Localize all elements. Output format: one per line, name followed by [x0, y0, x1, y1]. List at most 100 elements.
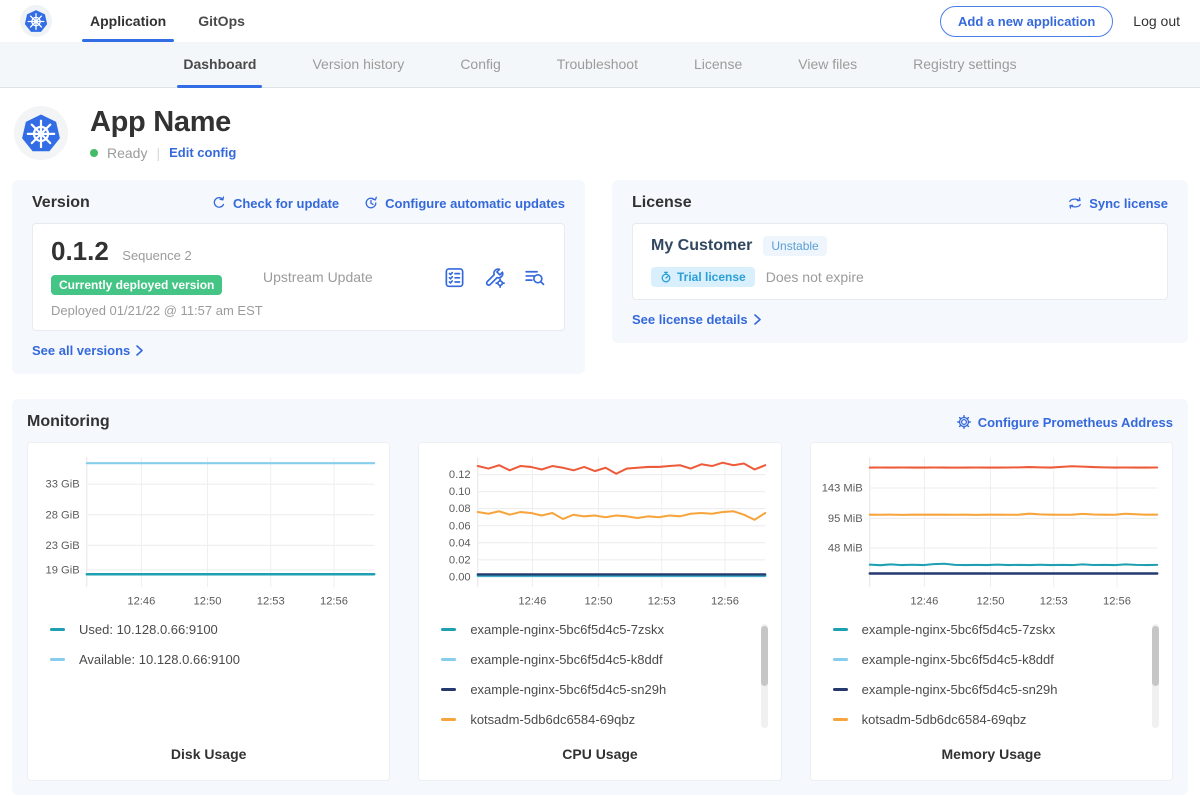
configure-automatic-updates-link[interactable]: Configure automatic updates [363, 195, 565, 211]
status-divider: | [156, 145, 160, 161]
legend-item: example-nginx-5bc6f5d4c5-k8ddf [441, 652, 770, 667]
svg-text:12:46: 12:46 [519, 595, 547, 607]
version-source-label: Upstream Update [263, 269, 373, 285]
svg-text:12:46: 12:46 [127, 595, 155, 607]
monitoring-section: Monitoring Configure Prometheus Address [12, 399, 1188, 795]
tab-gitops[interactable]: GitOps [182, 0, 261, 42]
legend-item: example-nginx-5bc6f5d4c5-k8ddf [833, 652, 1162, 667]
cpu-usage-legend: example-nginx-5bc6f5d4c5-7zskxexample-ng… [429, 622, 770, 742]
svg-text:12:50: 12:50 [194, 595, 222, 607]
cpu-usage-title: CPU Usage [429, 742, 770, 770]
configure-prometheus-link[interactable]: Configure Prometheus Address [956, 414, 1173, 430]
monitoring-title: Monitoring [27, 413, 110, 431]
refresh-icon [211, 195, 227, 211]
tab-config[interactable]: Config [432, 42, 528, 87]
svg-text:0.02: 0.02 [449, 554, 471, 566]
svg-text:143 MiB: 143 MiB [821, 483, 862, 495]
gear-icon [956, 414, 972, 430]
view-logs-icon[interactable] [523, 266, 546, 289]
legend-scrollbar-track [1152, 624, 1159, 728]
memory-usage-chart-card: 143 MiB95 MiB48 MiB12:4612:5012:5312:56 … [810, 442, 1173, 781]
top-nav-tabs: Application GitOps [74, 0, 261, 42]
legend-item: example-nginx-5bc6f5d4c5-sn29h [441, 682, 770, 697]
svg-text:12:53: 12:53 [648, 595, 676, 607]
tab-license[interactable]: License [666, 42, 770, 87]
current-version-box: 0.1.2 Sequence 2 Currently deployed vers… [32, 223, 565, 331]
top-nav: Application GitOps Add a new application… [0, 0, 1200, 42]
legend-label: Available: 10.128.0.66:9100 [79, 652, 240, 667]
svg-text:12:56: 12:56 [320, 595, 348, 607]
sync-arrows-icon [1067, 195, 1083, 211]
legend-label: kotsadm-5db6dc6584-69qbz [862, 712, 1027, 727]
cpu-usage-plot: 0.120.100.080.060.040.020.0012:4612:5012… [429, 451, 770, 612]
sync-license-link[interactable]: Sync license [1067, 195, 1168, 211]
legend-scrollbar-track [761, 624, 768, 728]
svg-text:0.08: 0.08 [449, 503, 471, 515]
legend-label: example-nginx-5bc6f5d4c5-7zskx [862, 622, 1056, 637]
deployed-status-badge: Currently deployed version [51, 275, 222, 295]
license-card: License Sync license My Custo [612, 180, 1188, 343]
svg-text:12:53: 12:53 [1039, 595, 1067, 607]
edit-config-link[interactable]: Edit config [169, 145, 236, 160]
legend-swatch [50, 628, 65, 631]
memory-usage-legend: example-nginx-5bc6f5d4c5-7zskx example-ng… [821, 622, 1162, 742]
kubernetes-app-icon [19, 111, 63, 155]
app-header: App Name Ready | Edit config [0, 88, 1200, 178]
tab-dashboard[interactable]: Dashboard [155, 42, 284, 87]
series-line-example-nginx-5bc6f5d4c5-7zskx [869, 564, 1156, 565]
memory-chart-canvas: 143 MiB95 MiB48 MiB12:4612:5012:5312:56 [821, 451, 1162, 612]
cpu-usage-chart-card: 0.120.100.080.060.040.020.0012:4612:5012… [418, 442, 781, 781]
series-line [869, 466, 1156, 467]
kubernetes-logo [20, 5, 52, 37]
legend-item: example-nginx-5bc6f5d4c5-sn29h [833, 682, 1162, 697]
check-for-update-link[interactable]: Check for update [211, 195, 339, 211]
config-wrench-icon[interactable] [483, 266, 506, 289]
preflight-checks-icon[interactable] [443, 266, 466, 289]
customer-name: My Customer [651, 237, 752, 255]
legend-label: Used: 10.128.0.66:9100 [79, 622, 218, 637]
svg-text:12:53: 12:53 [257, 595, 285, 607]
tab-application[interactable]: Application [74, 0, 182, 42]
svg-text:12:46: 12:46 [910, 595, 938, 607]
legend-swatch [441, 658, 456, 661]
disk-usage-plot: 33 GiB28 GiB23 GiB19 GiB12:4612:5012:531… [38, 451, 379, 612]
version-card-title: Version [32, 194, 90, 212]
tab-version-history[interactable]: Version history [284, 42, 432, 87]
legend-scrollbar-thumb[interactable] [761, 626, 768, 686]
add-new-application-button[interactable]: Add a new application [940, 6, 1113, 37]
disk-usage-chart-card: 33 GiB28 GiB23 GiB19 GiB12:4612:5012:531… [27, 442, 390, 781]
legend-label: example-nginx-5bc6f5d4c5-k8ddf [862, 652, 1054, 667]
see-license-details-link[interactable]: See license details [632, 312, 761, 327]
legend-label: example-nginx-5bc6f5d4c5-k8ddf [470, 652, 662, 667]
legend-swatch [833, 658, 848, 661]
legend-scrollbar-thumb[interactable] [1152, 626, 1159, 686]
chevron-right-icon [136, 345, 143, 356]
sequence-label: Sequence 2 [122, 248, 191, 263]
kubernetes-logo-icon [23, 8, 49, 34]
see-all-versions-link[interactable]: See all versions [32, 343, 143, 358]
svg-text:0.06: 0.06 [449, 520, 471, 532]
legend-label: kotsadm-5db6dc6584-69qbz [470, 712, 635, 727]
legend-swatch [441, 688, 456, 691]
svg-text:12:50: 12:50 [976, 595, 1004, 607]
tab-view-files[interactable]: View files [770, 42, 885, 87]
tab-registry-settings[interactable]: Registry settings [885, 42, 1044, 87]
legend-swatch [833, 628, 848, 631]
deployed-timestamp: Deployed 01/21/22 @ 11:57 am EST [51, 303, 263, 318]
memory-usage-plot: 143 MiB95 MiB48 MiB12:4612:5012:5312:56 [821, 451, 1162, 612]
top-nav-right: Add a new application Log out [940, 6, 1180, 37]
svg-text:0.04: 0.04 [449, 537, 471, 549]
log-out-button[interactable]: Log out [1133, 13, 1180, 29]
tab-troubleshoot[interactable]: Troubleshoot [529, 42, 666, 87]
disk-usage-title: Disk Usage [38, 742, 379, 770]
svg-text:0.12: 0.12 [449, 469, 471, 481]
svg-text:12:50: 12:50 [585, 595, 613, 607]
status-label: Ready [107, 145, 147, 161]
app-sub-nav: Dashboard Version history Config Trouble… [0, 42, 1200, 88]
disk-usage-legend: Used: 10.128.0.66:9100 Available: 10.128.… [38, 622, 379, 742]
svg-text:33 GiB: 33 GiB [46, 479, 80, 491]
version-number: 0.1.2 [51, 236, 109, 266]
svg-text:12:56: 12:56 [711, 595, 739, 607]
channel-badge: Unstable [763, 236, 826, 256]
series-line-kotsadm-5db6dc6584-69qbz [478, 511, 765, 520]
